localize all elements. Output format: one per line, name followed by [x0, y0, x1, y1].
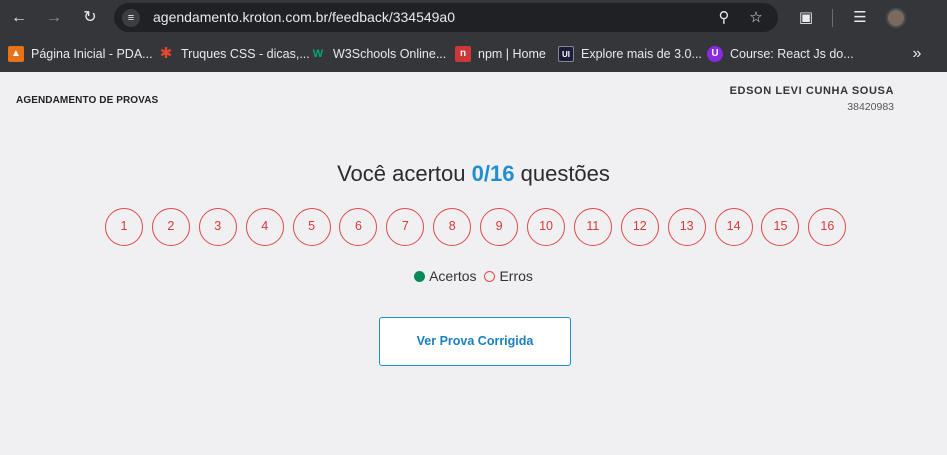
question-circle[interactable]: 15: [761, 208, 800, 246]
url-host: agendamento.kroton.com.br: [153, 9, 329, 25]
question-circle[interactable]: 4: [245, 208, 284, 246]
bookmark-item[interactable]: W W3Schools Online...: [310, 43, 446, 65]
site-info-icon[interactable]: ≡: [122, 9, 140, 27]
bookmark-label: Course: React Js do...: [730, 47, 854, 61]
legend-correct: Acertos: [429, 268, 477, 284]
score-title: Você acertou 0/16 questões: [0, 161, 947, 187]
bookmark-label: W3Schools Online...: [333, 47, 447, 61]
npm-icon: n: [455, 46, 471, 62]
toolbar-divider: [832, 9, 833, 27]
chevron-right-double-icon[interactable]: »: [906, 43, 928, 65]
feedback-page: AGENDAMENTO DE PROVAS EDSON LEVI CUNHA S…: [0, 72, 947, 455]
ui-icon: UI: [558, 46, 574, 62]
question-circle[interactable]: 10: [527, 208, 566, 246]
bookmark-star-icon[interactable]: ☆: [746, 8, 766, 28]
extensions-icon[interactable]: ▣: [794, 6, 818, 30]
w3-icon: W: [312, 48, 324, 60]
profile-avatar[interactable]: [886, 8, 906, 28]
address-bar[interactable]: ≡ agendamento.kroton.com.br/feedback/334…: [114, 3, 778, 32]
back-icon[interactable]: ←: [7, 6, 31, 30]
user-name: EDSON LEVI CUNHA SOUSA: [729, 85, 894, 97]
question-circle[interactable]: 13: [667, 208, 706, 246]
user-id: 38420983: [847, 101, 894, 113]
bookmark-label: Página Inicial - PDA...: [31, 47, 153, 61]
url-path: /feedback/334549a0: [328, 9, 455, 25]
question-circle[interactable]: 14: [714, 208, 753, 246]
legend-wrong: Erros: [499, 268, 533, 284]
bookmark-item[interactable]: UI Explore mais de 3.0...: [558, 43, 702, 65]
correct-dot-icon: [414, 271, 426, 282]
question-circle[interactable]: 5: [292, 208, 331, 246]
score-prefix: Você acertou: [337, 161, 466, 186]
wrong-dot-icon: [484, 271, 496, 282]
question-circle[interactable]: 6: [339, 208, 378, 246]
triangle-icon: ▲: [8, 46, 24, 62]
zoom-icon[interactable]: ⚲: [714, 8, 734, 28]
bookmark-item[interactable]: n npm | Home: [455, 43, 546, 65]
score-suffix: questões: [520, 161, 610, 186]
reload-icon[interactable]: ↻: [78, 6, 102, 30]
bookmark-item[interactable]: U Course: React Js do...: [707, 43, 854, 65]
bookmark-label: npm | Home: [478, 47, 546, 61]
view-corrected-exam-button[interactable]: Ver Prova Corrigida: [379, 317, 571, 366]
question-circle[interactable]: 12: [620, 208, 659, 246]
asterisk-icon: ✱: [159, 45, 173, 62]
question-circle[interactable]: 16: [808, 208, 847, 246]
bookmark-item[interactable]: ▲ Página Inicial - PDA...: [8, 43, 153, 65]
course-icon: U: [707, 46, 723, 62]
bookmark-item[interactable]: ✱ Truques CSS - dicas,...: [158, 43, 310, 65]
question-circle[interactable]: 11: [573, 208, 612, 246]
media-control-icon[interactable]: ☰: [848, 6, 872, 30]
question-circle[interactable]: 7: [386, 208, 425, 246]
forward-icon[interactable]: →: [42, 6, 66, 30]
browser-toolbar: ← → ↻ ≡ agendamento.kroton.com.br/feedba…: [0, 0, 947, 36]
bookmark-label: Truques CSS - dicas,...: [181, 47, 310, 61]
question-circle[interactable]: 9: [480, 208, 519, 246]
url-text[interactable]: agendamento.kroton.com.br/feedback/33454…: [153, 9, 455, 25]
result-legend: Acertos Erros: [0, 268, 947, 284]
question-circle[interactable]: 8: [433, 208, 472, 246]
page-brand: AGENDAMENTO DE PROVAS: [16, 95, 159, 106]
question-circle[interactable]: 2: [151, 208, 190, 246]
question-circle[interactable]: 3: [198, 208, 237, 246]
bookmark-label: Explore mais de 3.0...: [581, 47, 702, 61]
question-list: 1 2 3 4 5 6 7 8 9 10 11 12 13 14 15 16: [105, 208, 855, 246]
bookmarks-bar: ▲ Página Inicial - PDA... ✱ Truques CSS …: [0, 36, 947, 72]
question-circle[interactable]: 1: [105, 208, 143, 246]
score-value: 0/16: [471, 161, 515, 186]
